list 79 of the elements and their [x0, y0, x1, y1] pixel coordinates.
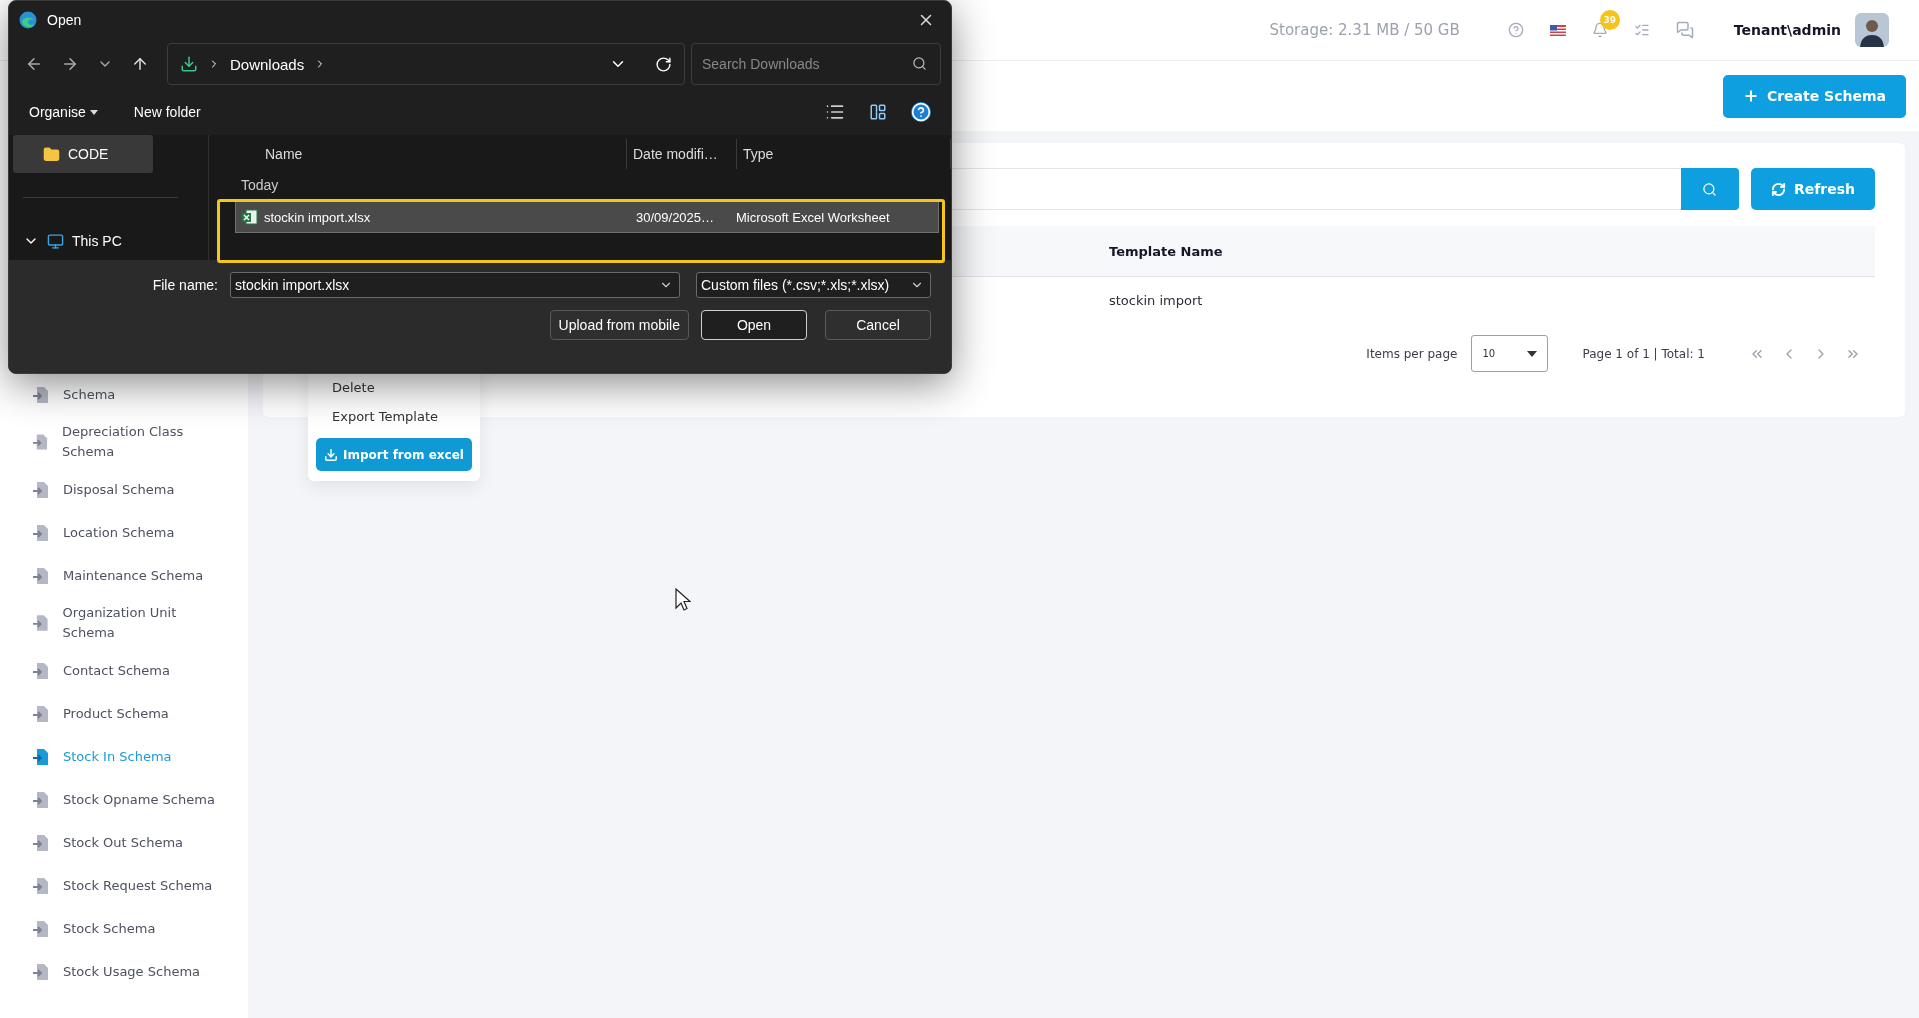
spreadsheet-icon: [242, 209, 258, 225]
file-import-icon: [33, 962, 49, 981]
file-import-icon: [33, 790, 49, 809]
checklist-icon[interactable]: [1633, 22, 1650, 38]
file-date: 30/09/2025…: [636, 209, 716, 225]
menu-item[interactable]: Export Template: [316, 409, 472, 424]
sidebar-item[interactable]: Stock Opname Schema: [0, 778, 248, 821]
browser-logo-icon: [19, 11, 37, 29]
search-field[interactable]: Search Downloads: [691, 43, 941, 85]
caret-icon: [89, 109, 98, 115]
refresh-icon[interactable]: [655, 55, 672, 73]
page-size-select[interactable]: 10: [1471, 335, 1549, 372]
file-type: Microsoft Excel Worksheet: [736, 209, 891, 225]
sidebar-item[interactable]: Schema: [0, 373, 248, 416]
file-import-icon: [33, 433, 48, 451]
sidebar-item[interactable]: Maintenance Schema: [0, 554, 248, 597]
column-header[interactable]: Type: [737, 139, 951, 169]
file-import-icon: [33, 747, 49, 766]
dialog-button[interactable]: Upload from mobile: [549, 310, 689, 340]
dialog-button[interactable]: Open: [701, 310, 807, 340]
sidebar-item[interactable]: Contact Schema: [0, 649, 248, 692]
file-row[interactable]: stockin import.xlsx 30/09/2025… Microsoft Excel Worksheet: [235, 201, 939, 233]
file-type-select[interactable]: Custom files (*.csv;*.xls;*.xlsx): [696, 272, 931, 298]
sidebar-item[interactable]: Location Schema: [0, 511, 248, 554]
sidebar-item[interactable]: Stock Usage Schema: [0, 950, 248, 993]
dialog-button[interactable]: Cancel: [825, 310, 931, 340]
menu-item[interactable]: Delete: [316, 380, 472, 395]
file-import-icon: [33, 614, 49, 632]
folder-icon: [43, 145, 60, 163]
address-bar[interactable]: Downloads: [167, 43, 685, 85]
file-name: stockin import.xlsx: [264, 209, 371, 225]
search-icon: [912, 56, 927, 71]
mouse-pointer-icon: [675, 588, 691, 612]
monitor-icon: [47, 232, 64, 250]
plus-icon: [1742, 88, 1759, 104]
sidebar-item[interactable]: Stock Schema: [0, 907, 248, 950]
navigation-item[interactable]: CODE: [13, 135, 153, 173]
file-import-icon: [33, 566, 49, 585]
column-header[interactable]: Name: [259, 139, 627, 169]
file-name-field[interactable]: stockin import.xlsx: [230, 272, 680, 298]
notification-badge: 39: [1599, 10, 1620, 30]
file-name-label: File name:: [152, 277, 218, 293]
caret-icon: [1527, 350, 1538, 357]
table-cell: stockin import: [1109, 292, 1203, 308]
sidebar-item[interactable]: Disposal Schema: [0, 468, 248, 511]
file-import-icon: [33, 385, 49, 404]
view-list-icon[interactable]: [825, 102, 845, 122]
column-header[interactable]: Date modifi…: [627, 139, 737, 169]
preview-pane-icon[interactable]: [869, 103, 887, 121]
window-title: Open: [47, 12, 82, 28]
sidebar-item[interactable]: Product Schema: [0, 692, 248, 735]
new-folder-button[interactable]: New folder: [133, 104, 201, 120]
storage-usage: Storage: 2.31 MB / 50 GB: [1269, 21, 1460, 39]
page-summary: Page 1 of 1 | Total: 1: [1582, 346, 1705, 361]
user-name[interactable]: Tenant\admin: [1733, 22, 1841, 38]
file-import-icon: [33, 833, 49, 852]
file-import-icon: [33, 704, 49, 723]
refresh-icon: [1770, 181, 1786, 197]
avatar[interactable]: [1855, 13, 1889, 47]
sidebar-item[interactable]: Stock Out Schema: [0, 821, 248, 864]
file-import-icon: [33, 876, 49, 895]
search-button[interactable]: [1680, 168, 1739, 210]
sidebar-item[interactable]: Organization Unit Schema: [0, 597, 248, 649]
items-per-page-label: Items per page: [1366, 346, 1458, 361]
file-import-icon: [33, 661, 49, 680]
file-import-icon: [33, 523, 49, 542]
organise-menu[interactable]: Organise: [29, 104, 98, 120]
navigation-item[interactable]: This PC: [13, 222, 153, 260]
sidebar-item[interactable]: Depreciation Class Schema: [0, 416, 248, 468]
file-import-icon: [33, 919, 49, 938]
sidebar-item[interactable]: Stock Request Schema: [0, 864, 248, 907]
download-icon: [324, 447, 338, 462]
flag-icon[interactable]: [1549, 24, 1566, 36]
column-header: Template Name: [1109, 243, 1223, 259]
search-icon: [1702, 181, 1718, 197]
file-import-icon: [33, 480, 49, 499]
download-icon: [180, 55, 198, 73]
group-label: Today: [240, 176, 280, 195]
breadcrumb[interactable]: Downloads: [230, 55, 305, 73]
